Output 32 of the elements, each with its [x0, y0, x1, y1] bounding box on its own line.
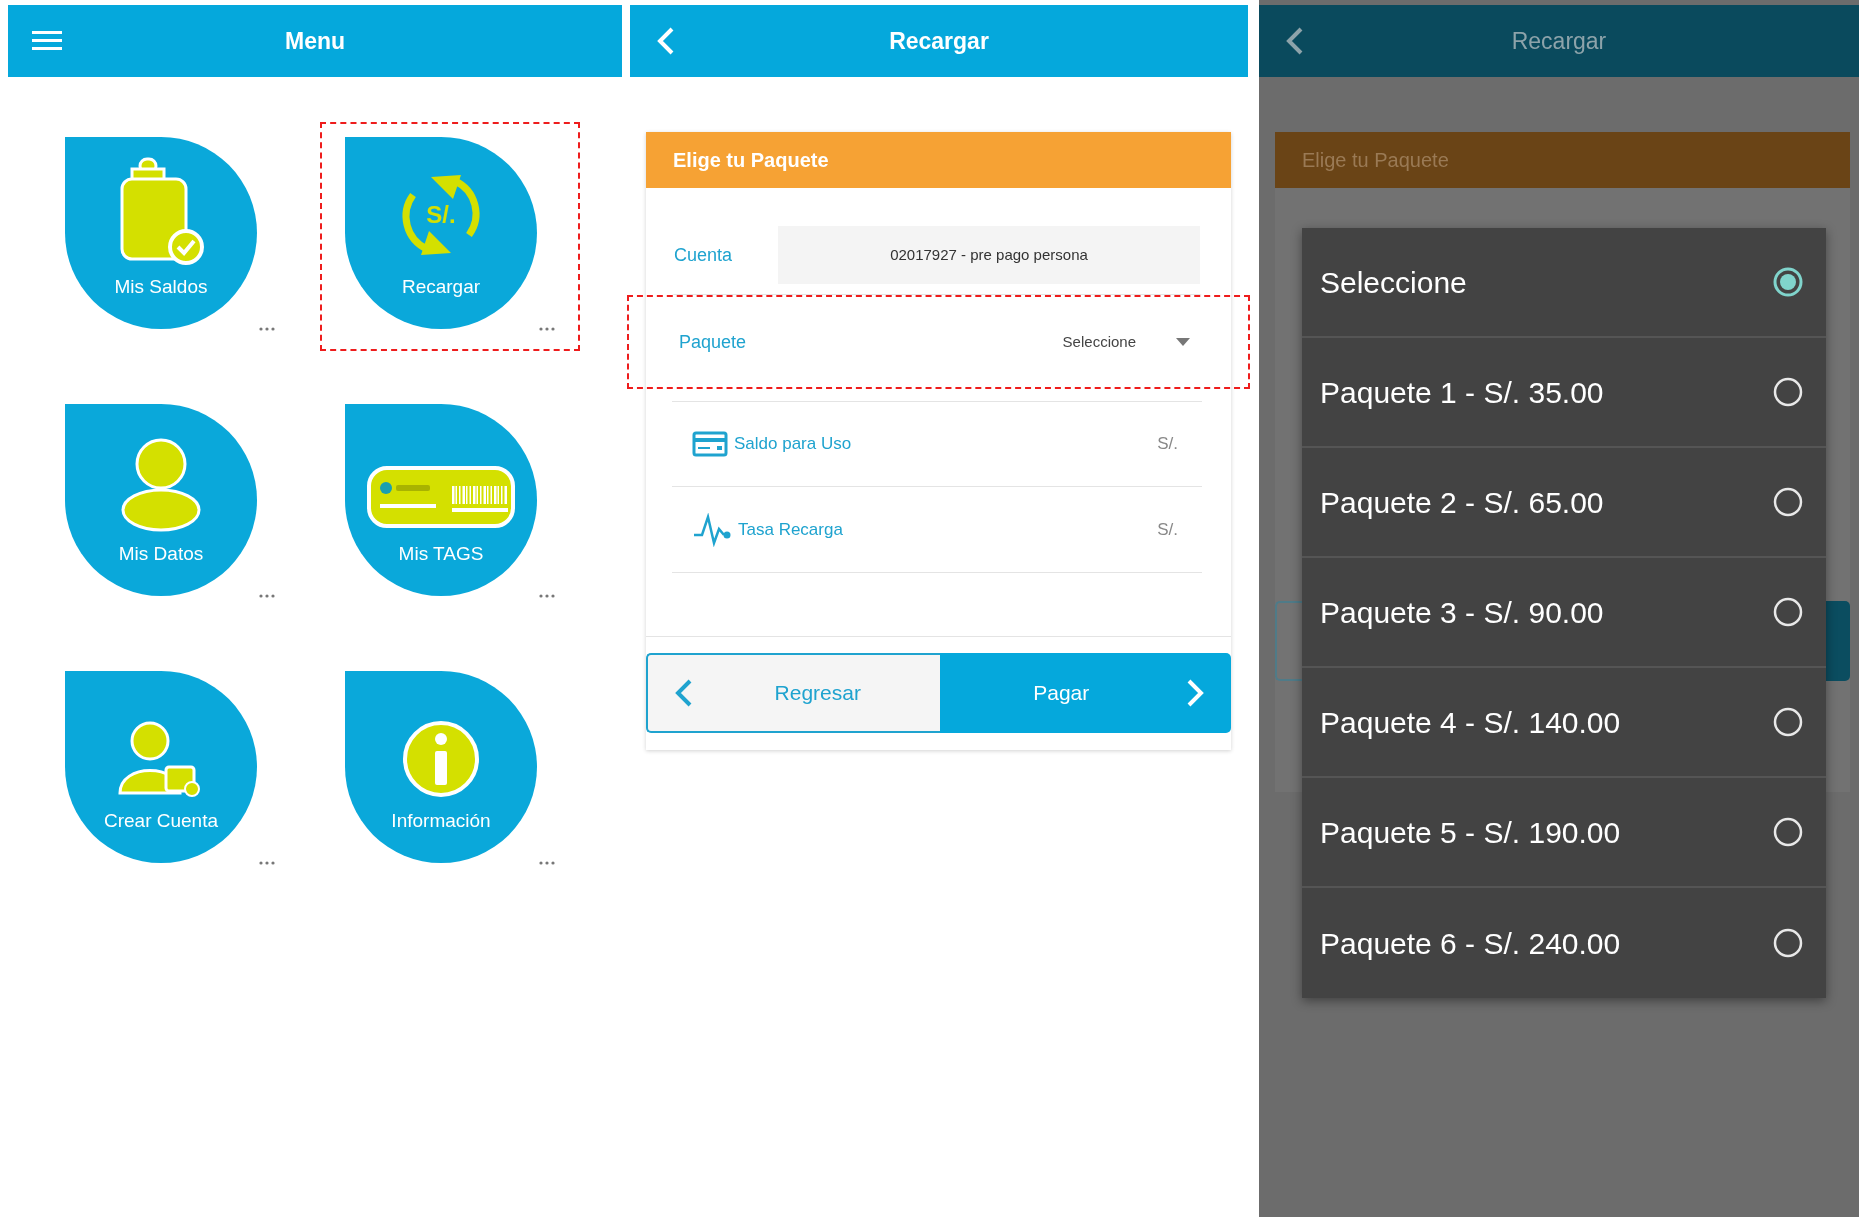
package-option[interactable]: Paquete 4 - S/. 140.00 — [1302, 668, 1826, 778]
field-label: Cuenta — [674, 243, 734, 267]
screen-title: Recargar — [889, 26, 989, 56]
field-label: Paquete — [679, 330, 748, 354]
card-title: Elige tu Paquete — [1302, 148, 1449, 173]
package-option[interactable]: Paquete 1 - S/. 35.00 — [1302, 338, 1826, 448]
radio-button[interactable] — [1772, 266, 1804, 298]
amount-value: S/. — [1157, 518, 1178, 541]
more-dots-icon — [259, 861, 275, 865]
more-dots-icon — [539, 327, 555, 331]
pulse-icon — [692, 512, 732, 547]
more-dots-icon — [259, 327, 275, 331]
more-dots-icon — [539, 594, 555, 598]
package-option[interactable]: Paquete 5 - S/. 190.00 — [1302, 778, 1826, 888]
more-dots-icon — [259, 594, 275, 598]
credit-card-icon — [692, 431, 728, 457]
info-icon — [401, 718, 481, 799]
account-field[interactable]: 02017927 - pre pago persona — [778, 226, 1200, 284]
screen-title: Recargar — [1511, 26, 1607, 56]
package-option[interactable]: Paquete 6 - S/. 240.00 — [1302, 888, 1826, 998]
card-title: Elige tu Paquete — [673, 148, 829, 173]
menu-icon — [32, 29, 62, 53]
caret-down-icon — [1176, 338, 1190, 346]
amount-label: Saldo para Uso — [734, 433, 853, 456]
screen-title: Menu — [284, 26, 346, 56]
package-dropdown[interactable]: Seleccione — [1062, 330, 1190, 354]
more-dots-icon — [539, 861, 555, 865]
package-option[interactable]: Paquete 3 - S/. 90.00 — [1302, 558, 1826, 668]
amount-value: S/. — [1157, 433, 1178, 456]
package-option[interactable]: Paquete 2 - S/. 65.00 — [1302, 448, 1826, 558]
package-option[interactable]: Seleccione — [1302, 228, 1826, 338]
amount-label: Tasa Recarga — [738, 518, 844, 541]
